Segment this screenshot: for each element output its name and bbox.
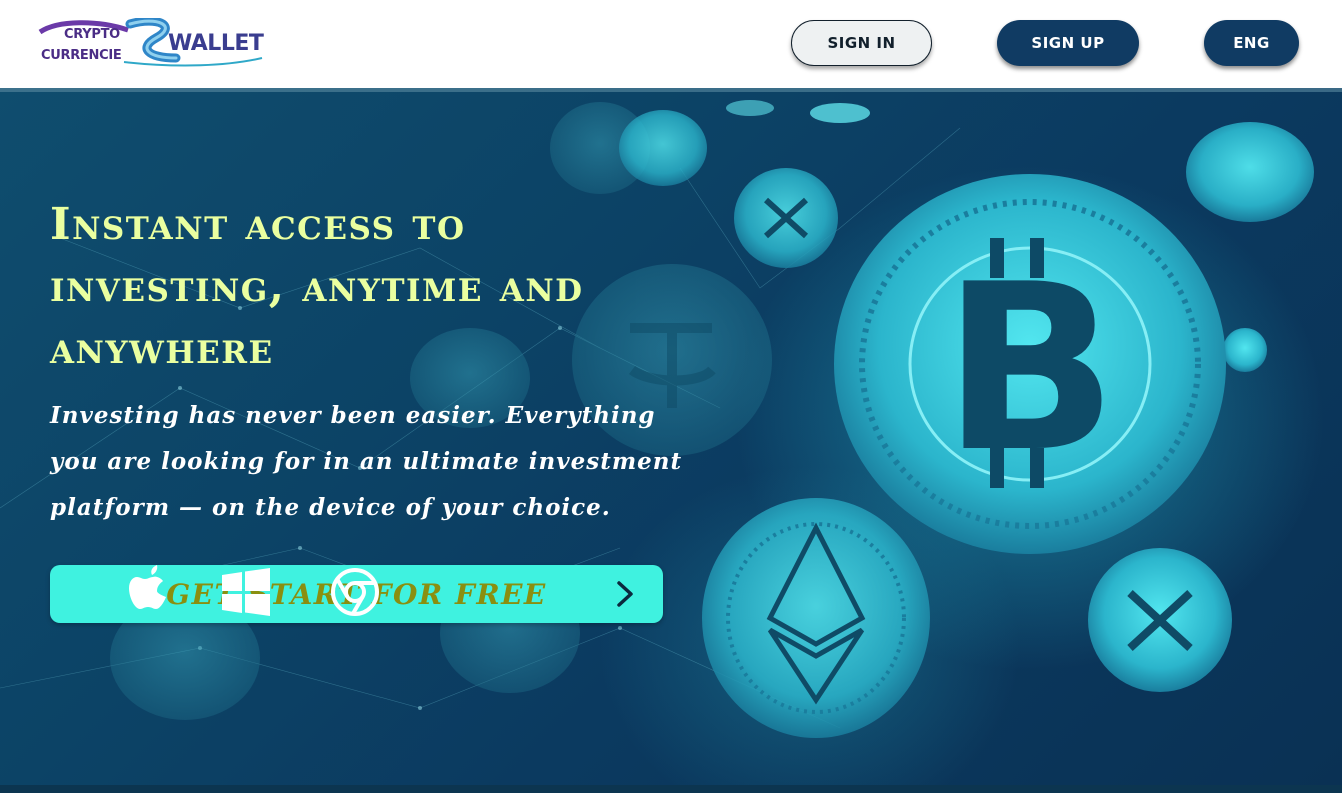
chrome-icon[interactable] [331,568,379,616]
logo-text-wallet: WALLET [168,31,264,56]
hero-section: B Instant access to investing, anytime a… [0,88,1342,785]
site-header: CRYPTO CURRENCIE WALLET SIGN IN SIGN UP … [0,0,1342,88]
hero-top-divider [0,88,1342,92]
crypto-wallet-logo[interactable]: CRYPTO CURRENCIE WALLET [38,18,266,70]
chevron-right-icon [617,581,633,607]
logo-text-currencie: CURRENCIE [41,48,122,63]
apple-icon[interactable] [128,565,170,615]
language-selector[interactable]: ENG [1204,20,1299,66]
hero-subtext: Investing has never been easier. Everyth… [50,402,683,521]
footer-strip [0,785,1342,793]
hero-headline: Instant access to investing, anytime and… [50,199,584,374]
sign-up-button[interactable]: SIGN UP [997,20,1139,66]
sign-in-button[interactable]: SIGN IN [791,20,932,66]
logo-text-crypto: CRYPTO [64,27,120,42]
windows-icon[interactable] [222,568,270,616]
